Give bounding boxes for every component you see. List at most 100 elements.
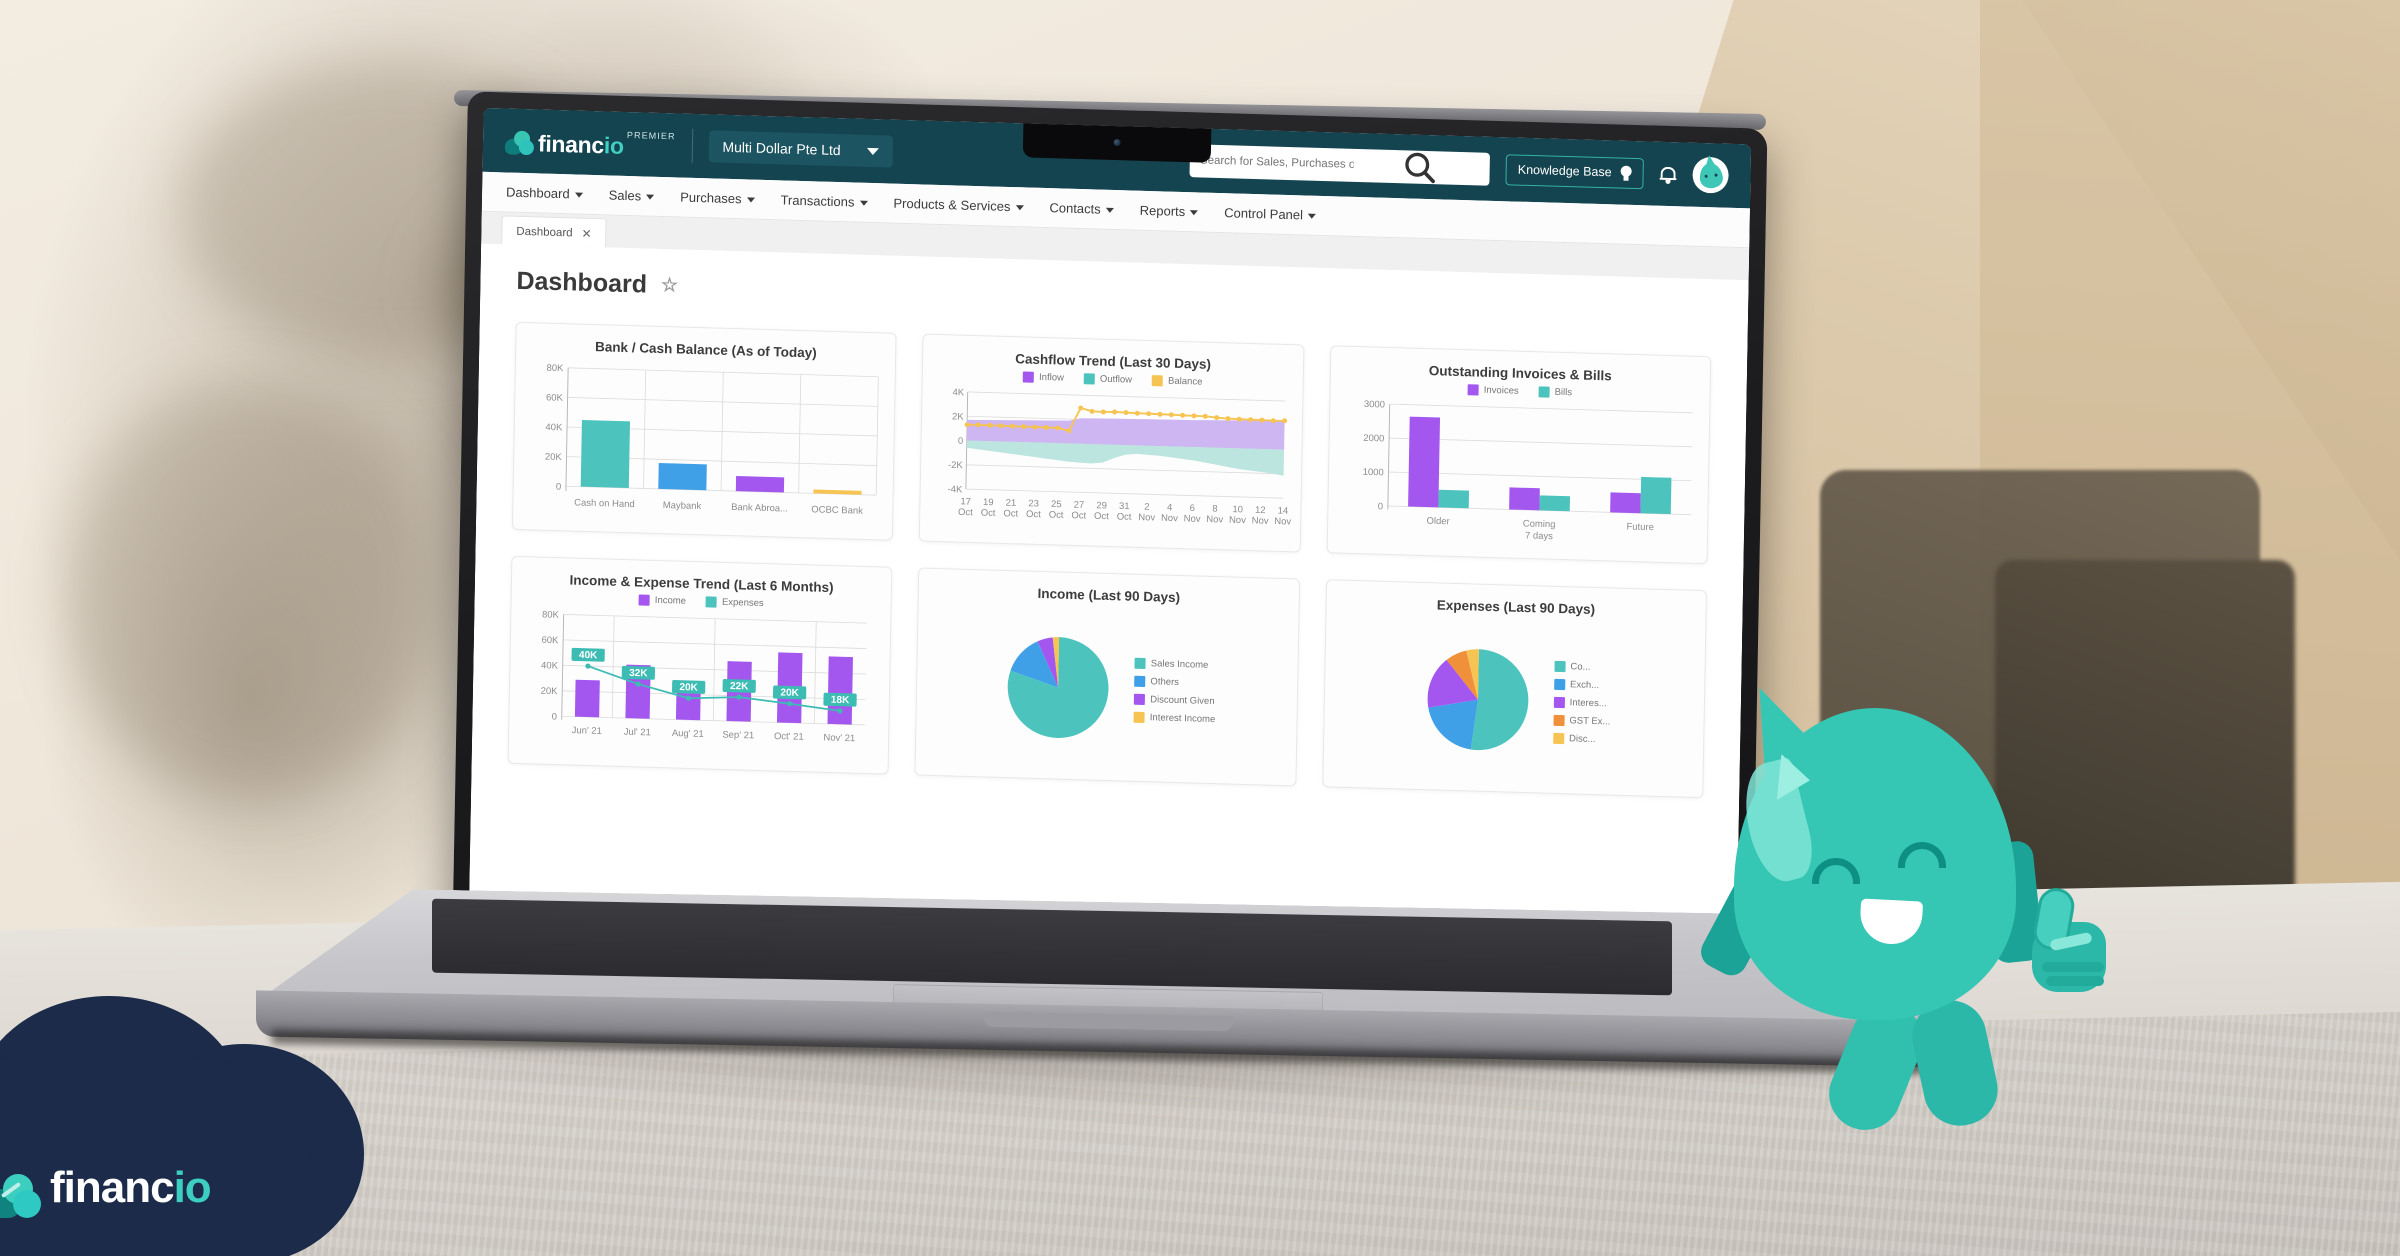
legend-swatch: [1553, 696, 1565, 708]
financio-logo[interactable]: financio PREMIER: [504, 124, 676, 161]
legend-swatch: [1554, 660, 1566, 672]
svg-text:Nov' 21: Nov' 21: [823, 732, 855, 744]
legend-item[interactable]: Outflow: [1083, 373, 1132, 386]
svg-text:Oct: Oct: [1094, 511, 1109, 522]
legend-swatch: [705, 596, 718, 608]
avatar[interactable]: [1692, 156, 1729, 194]
screen: financio PREMIER Multi Dollar Pte Ltd Se…: [468, 107, 1752, 949]
legend-item[interactable]: Balance: [1151, 375, 1203, 388]
legend-swatch: [1538, 386, 1550, 398]
svg-text:Oct: Oct: [958, 507, 973, 518]
legend-item[interactable]: Income: [638, 594, 686, 607]
svg-text:23: 23: [1029, 498, 1040, 509]
favorite-star-icon[interactable]: ☆: [661, 274, 678, 297]
svg-text:2000: 2000: [1363, 433, 1384, 445]
svg-text:-2K: -2K: [948, 460, 964, 471]
chevron-down-icon: [1190, 210, 1199, 216]
legend-item[interactable]: Bills: [1538, 386, 1573, 399]
svg-text:Nov: Nov: [1207, 514, 1224, 525]
legend-label: Inflow: [1038, 371, 1065, 384]
legend-label: Bills: [1554, 386, 1573, 399]
legend-item[interactable]: Sales Income: [1134, 657, 1217, 670]
lightbulb-icon: [1620, 165, 1632, 181]
svg-text:10: 10: [1233, 504, 1244, 515]
svg-text:Jun' 21: Jun' 21: [572, 725, 602, 737]
svg-text:Nov: Nov: [1161, 513, 1178, 524]
chevron-down-icon: [1307, 213, 1316, 219]
svg-text:OCBC Bank: OCBC Bank: [811, 504, 863, 516]
legend-item[interactable]: Interes...: [1553, 696, 1611, 709]
svg-text:20K: 20K: [541, 686, 559, 698]
pie-legend: Sales Income Others Discount Given Inter…: [1133, 657, 1217, 725]
close-icon[interactable]: ✕: [581, 226, 591, 240]
nav-item-products-services[interactable]: Products & Services: [893, 196, 1024, 215]
laptop-lid: financio PREMIER Multi Dollar Pte Ltd Se…: [452, 91, 1768, 969]
svg-text:Oct' 21: Oct' 21: [774, 731, 804, 743]
legend-item[interactable]: Expenses: [705, 596, 764, 609]
card-cashflow-trend: Cashflow Trend (Last 30 Days) Inflow Out…: [919, 333, 1305, 553]
card-outstanding-invoices-bills: Outstanding Invoices & Bills Invoices Bi…: [1326, 345, 1712, 565]
nav-item-sales[interactable]: Sales: [609, 187, 655, 203]
brand-logo: financio: [0, 1163, 212, 1218]
legend-item[interactable]: Inflow: [1022, 371, 1065, 384]
legend-item[interactable]: Others: [1134, 675, 1216, 688]
svg-text:2: 2: [1145, 502, 1150, 513]
page-title: Dashboard ☆: [516, 267, 1712, 330]
nav-item-reports[interactable]: Reports: [1140, 203, 1199, 220]
legend-label: Balance: [1167, 375, 1203, 388]
dashboard-grid: Bank / Cash Balance (As of Today) 0 20K 40…: [507, 321, 1712, 799]
card-income-expense-trend: Income & Expense Trend (Last 6 Months) I…: [507, 555, 893, 775]
svg-text:Coming: Coming: [1522, 518, 1555, 530]
svg-text:80K: 80K: [542, 609, 560, 621]
svg-text:Maybank: Maybank: [663, 500, 702, 512]
laptop-bezel: financio PREMIER Multi Dollar Pte Ltd Se…: [468, 107, 1752, 949]
pie-legend: Co... Exch... Interes... GST Ex... Disc.…: [1552, 660, 1612, 745]
notifications-bell-icon[interactable]: [1659, 164, 1677, 184]
svg-text:22K: 22K: [730, 681, 749, 693]
svg-text:20K: 20K: [679, 682, 698, 694]
legend-label: Invoices: [1483, 384, 1519, 397]
svg-text:21: 21: [1006, 498, 1017, 509]
legend-swatch: [1134, 657, 1146, 669]
svg-text:80K: 80K: [546, 363, 564, 375]
nav-item-purchases[interactable]: Purchases: [680, 190, 755, 207]
svg-text:40K: 40K: [541, 660, 559, 672]
legend-item[interactable]: Invoices: [1467, 384, 1519, 397]
card-expenses-pie: Expenses (Last 90 Days) Co... Exch... In…: [1321, 579, 1707, 799]
chevron-down-icon: [646, 194, 655, 200]
legend-item[interactable]: Co...: [1554, 660, 1611, 673]
svg-text:Oct: Oct: [1026, 509, 1041, 520]
brand-wordmark: financio: [50, 1163, 212, 1212]
chart-bank-cash-balance: 0 20K 40K 60K 80K Cash on Hand Maybank Bank Abr…: [525, 357, 883, 545]
svg-text:Bank Abroa...: Bank Abroa...: [731, 502, 788, 515]
svg-text:Future: Future: [1626, 521, 1654, 533]
legend-item[interactable]: Exch...: [1553, 678, 1611, 691]
nav-item-control-panel[interactable]: Control Panel: [1224, 205, 1316, 223]
svg-text:18K: 18K: [831, 695, 850, 707]
svg-text:3000: 3000: [1363, 399, 1384, 411]
legend-item[interactable]: Disc...: [1552, 732, 1610, 745]
legend-item[interactable]: GST Ex...: [1553, 714, 1611, 727]
legend-item[interactable]: Interest Income: [1133, 711, 1215, 725]
search-icon[interactable]: [1360, 149, 1481, 185]
chevron-down-icon: [1105, 207, 1114, 214]
chevron-down-icon: [859, 200, 868, 206]
svg-text:Older: Older: [1426, 516, 1449, 528]
nav-item-contacts[interactable]: Contacts: [1049, 200, 1114, 217]
tab-dashboard[interactable]: Dashboard ✕: [501, 215, 607, 248]
svg-text:32K: 32K: [629, 668, 648, 680]
knowledge-base-button[interactable]: Knowledge Base: [1505, 153, 1644, 189]
search-box[interactable]: [1189, 143, 1491, 186]
svg-text:Nov: Nov: [1275, 516, 1292, 527]
legend-item[interactable]: Discount Given: [1134, 693, 1216, 707]
knowledge-base-label: Knowledge Base: [1517, 162, 1612, 180]
nav-item-dashboard[interactable]: Dashboard: [506, 184, 583, 201]
svg-text:40K: 40K: [579, 650, 598, 662]
svg-text:Sep' 21: Sep' 21: [722, 729, 754, 741]
nav-item-transactions[interactable]: Transactions: [780, 192, 868, 210]
company-selector[interactable]: Multi Dollar Pte Ltd: [708, 130, 893, 168]
svg-text:8: 8: [1213, 504, 1218, 515]
svg-text:Nov: Nov: [1184, 513, 1201, 524]
plan-badge: PREMIER: [626, 129, 676, 142]
search-input[interactable]: [1199, 154, 1355, 171]
